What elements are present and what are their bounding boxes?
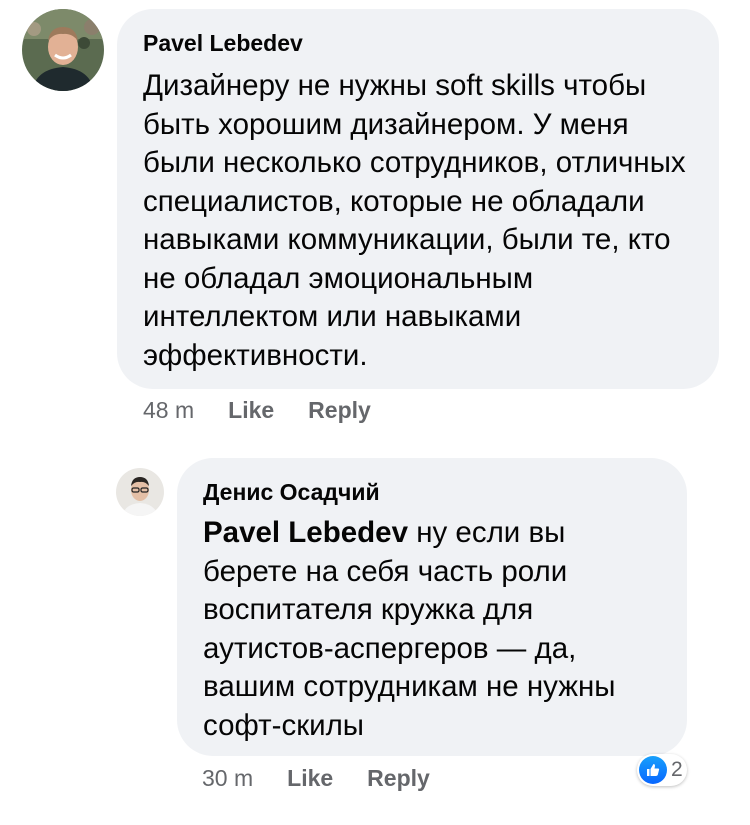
comment-timestamp[interactable]: 48 m	[143, 397, 194, 423]
avatar-photo	[116, 468, 164, 516]
mention-link[interactable]: Pavel Lebedev	[203, 516, 408, 549]
reply-actions: 30 m Like Reply	[202, 764, 430, 792]
reply-button[interactable]: Reply	[308, 397, 371, 423]
reply-timestamp[interactable]: 30 m	[202, 765, 253, 791]
reply-author[interactable]: Денис Осадчий	[203, 478, 663, 506]
comment-actions: 48 m Like Reply	[143, 396, 371, 424]
like-button[interactable]: Like	[228, 397, 274, 423]
like-button[interactable]: Like	[287, 765, 333, 791]
reply-bubble: Денис Осадчий Pavel Lebedev ну если вы б…	[177, 458, 687, 756]
avatar[interactable]	[116, 468, 164, 516]
comment-text: Дизайнеру не нужны soft skills чтобы быт…	[143, 69, 686, 372]
reaction-summary[interactable]: 2	[637, 754, 687, 786]
like-icon	[639, 756, 667, 784]
reaction-count: 2	[671, 758, 683, 781]
avatar[interactable]	[22, 9, 104, 91]
avatar-photo	[22, 9, 104, 91]
comment-bubble: Pavel Lebedev Дизайнеру не нужны soft sk…	[117, 9, 719, 389]
comment-author[interactable]: Pavel Lebedev	[143, 29, 693, 57]
reply-text: ну если вы берете на себя часть роли вос…	[203, 516, 616, 742]
reply-button[interactable]: Reply	[367, 765, 430, 791]
reply-text-block: Pavel Lebedev ну если вы берете на себя …	[203, 514, 663, 745]
